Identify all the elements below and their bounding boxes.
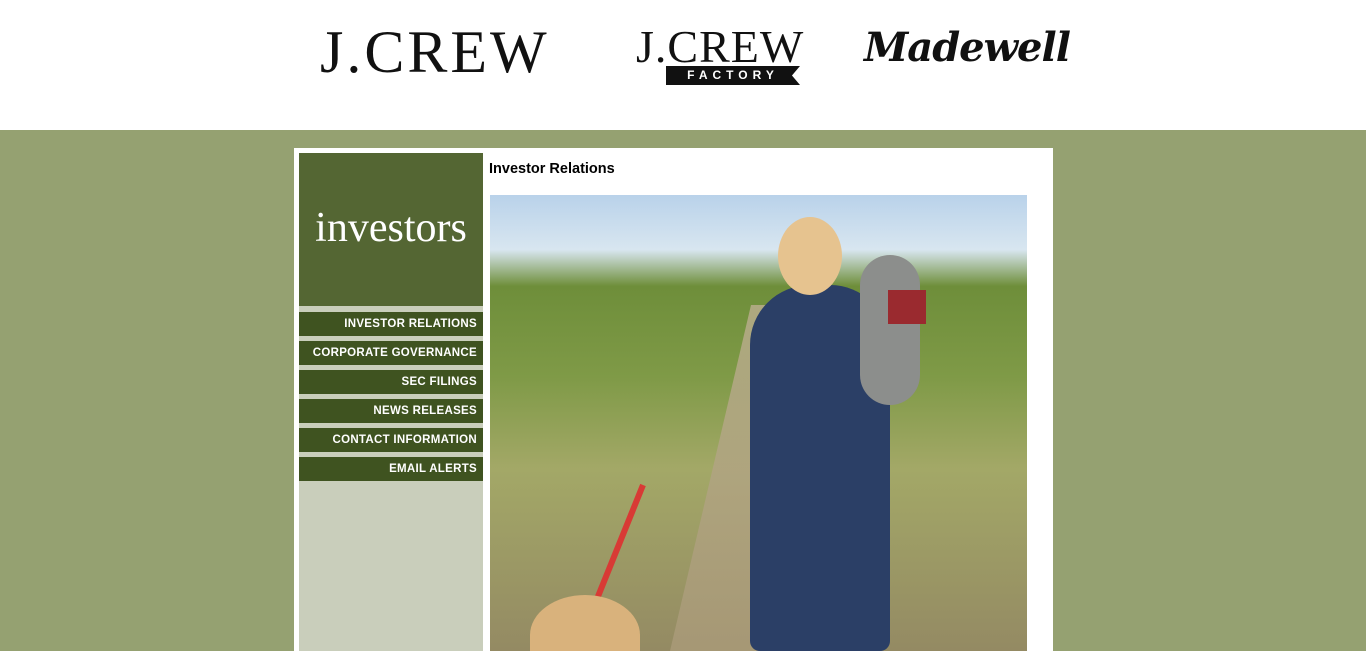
madewell-logo[interactable]: Madewell bbox=[864, 28, 1071, 68]
nav-investor-relations[interactable]: INVESTOR RELATIONS bbox=[299, 312, 483, 336]
content-panel: investors INVESTOR RELATIONS CORPORATE G… bbox=[294, 148, 1053, 651]
page-title: Investor Relations bbox=[489, 161, 615, 177]
investors-brand-box: investors bbox=[299, 153, 483, 306]
brand-header: J.CREW J.CREW FACTORY Madewell bbox=[0, 0, 1366, 130]
hero-dog-shape bbox=[530, 595, 640, 651]
jcrew-factory-wordmark: J.CREW bbox=[636, 21, 805, 72]
sidebar-nav: INVESTOR RELATIONS CORPORATE GOVERNANCE … bbox=[299, 312, 483, 486]
hero-child-shape bbox=[860, 255, 920, 405]
nav-sec-filings[interactable]: SEC FILINGS bbox=[299, 370, 483, 394]
jcrew-factory-tag: FACTORY bbox=[666, 66, 800, 85]
nav-contact-information[interactable]: CONTACT INFORMATION bbox=[299, 428, 483, 452]
sidebar: investors INVESTOR RELATIONS CORPORATE G… bbox=[299, 153, 483, 651]
hero-head-shape bbox=[778, 217, 842, 295]
hero-gift-shape bbox=[888, 290, 926, 324]
nav-email-alerts[interactable]: EMAIL ALERTS bbox=[299, 457, 483, 481]
jcrew-factory-logo[interactable]: J.CREW FACTORY bbox=[636, 21, 805, 88]
hero-image bbox=[490, 195, 1027, 651]
investors-heading: investors bbox=[315, 205, 467, 251]
nav-corporate-governance[interactable]: CORPORATE GOVERNANCE bbox=[299, 341, 483, 365]
nav-news-releases[interactable]: NEWS RELEASES bbox=[299, 399, 483, 423]
jcrew-logo[interactable]: J.CREW bbox=[320, 22, 550, 82]
